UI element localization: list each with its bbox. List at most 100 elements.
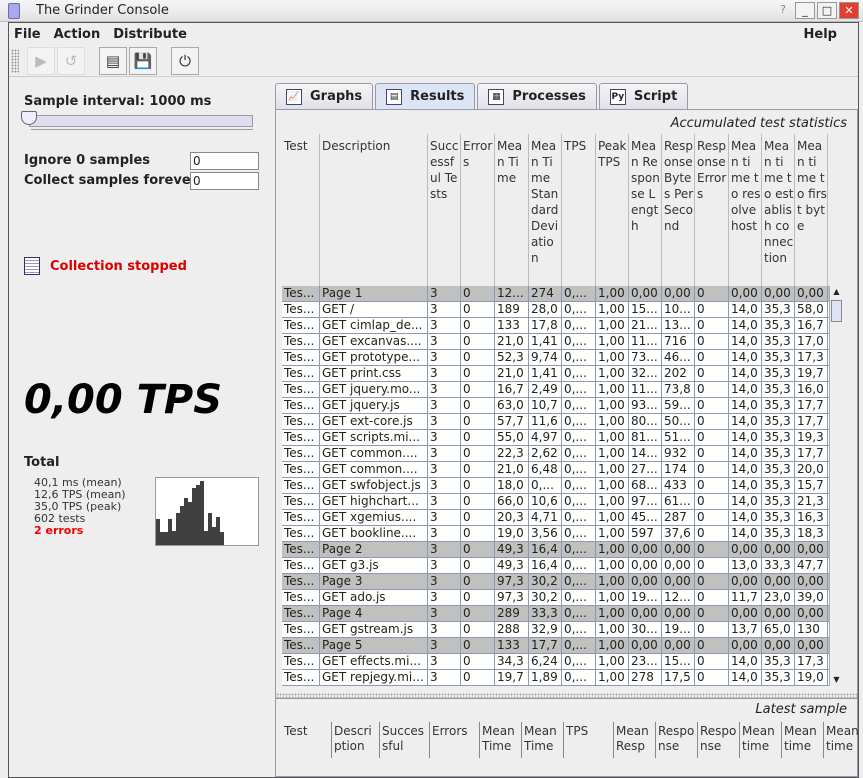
column-header[interactable]: Mean Time Standard Deviation <box>529 134 562 286</box>
table-cell: 0,00 <box>629 638 662 653</box>
table-row[interactable]: Tes... GET jquery.mo... 3 0 16,7 2,49 0,... 1,0… <box>282 382 842 398</box>
column-header[interactable]: Successful Tests <box>428 134 461 286</box>
scroll-down-icon[interactable]: ▼ <box>830 674 842 686</box>
start-processes-button[interactable]: ▶ <box>27 46 55 75</box>
reset-processes-button[interactable]: ↺ <box>57 46 85 75</box>
latest-column-header[interactable]: Mean time <box>824 722 863 758</box>
table-row[interactable]: Tes... GET ext-core.js 3 0 57,7 11,6 0,... 1,00… <box>282 414 842 430</box>
table-cell: 73... <box>629 350 662 365</box>
close-button[interactable]: ✕ <box>839 2 859 19</box>
table-row[interactable]: Tes... GET swfobject.js 3 0 18,0 0,... 0,... 1,… <box>282 478 842 494</box>
table-row[interactable]: Tes... GET prototype... 3 0 52,3 9,74 0,... 1,0… <box>282 350 842 366</box>
column-header[interactable]: TPS <box>562 134 596 286</box>
split-pane-divider[interactable] <box>276 693 857 699</box>
latest-column-header[interactable]: TPS <box>564 722 614 758</box>
minimize-button[interactable]: _ <box>795 2 815 19</box>
column-header[interactable]: Peak TPS <box>596 134 629 286</box>
latest-column-header[interactable]: Response <box>656 722 698 758</box>
table-cell: 14,0 <box>729 462 762 477</box>
table-cell: GET common.... <box>320 462 428 477</box>
table-cell: 0 <box>695 318 729 333</box>
table-cell: 73,8 <box>662 382 695 397</box>
latest-column-header[interactable]: Mean Resp <box>614 722 656 758</box>
collect-samples-label: Collect samples forever <box>24 173 198 188</box>
scrollbar-thumb[interactable] <box>831 300 842 322</box>
column-header[interactable]: Test <box>282 134 320 286</box>
error-count: 2 errors <box>34 524 84 537</box>
sample-interval-slider[interactable] <box>29 115 253 127</box>
console-window: File Action Distribute Help ▶ ↺ ▤ 💾 ⏻ Sa… <box>8 22 859 778</box>
menu-file[interactable]: File <box>14 27 41 42</box>
table-row[interactable]: Tes... Page 4 3 0 289 33,3 0,... 1,00 0,00 0,00 0 0… <box>282 606 842 622</box>
tab-processes[interactable]: ▦ Processes <box>477 83 597 109</box>
table-cell: 1,00 <box>596 654 629 669</box>
tab-results[interactable]: ▤ Results <box>375 83 476 109</box>
column-header[interactable]: Mean time to resolve host <box>729 134 762 286</box>
table-row[interactable]: Tes... Page 3 3 0 97,3 30,2 0,... 1,00 0,00 0,00 0… <box>282 574 842 590</box>
table-row[interactable]: Tes... Page 5 3 0 133 17,7 0,... 1,00 0,00 0,00 0 0… <box>282 638 842 654</box>
column-header[interactable]: Errors <box>461 134 495 286</box>
table-cell: 16,0 <box>795 382 828 397</box>
collect-samples-input[interactable]: 0 <box>190 172 259 190</box>
menu-help[interactable]: Help <box>804 27 837 42</box>
table-cell: Tes... <box>282 430 320 445</box>
column-header[interactable]: Description <box>320 134 428 286</box>
table-row[interactable]: Tes... GET common.... 3 0 21,0 6,48 0,... 1,00 2… <box>282 462 842 478</box>
table-row[interactable]: Tes... GET common.... 3 0 22,3 2,62 0,... 1,00 1… <box>282 446 842 462</box>
tab-graphs[interactable]: 📈 Graphs <box>275 83 374 109</box>
table-row[interactable]: Tes... GET xgemius.... 3 0 20,3 4,71 0,... 1,00… <box>282 510 842 526</box>
tab-script[interactable]: Py Script <box>598 83 689 109</box>
latest-column-header[interactable]: Description <box>332 722 380 758</box>
table-row[interactable]: Tes... GET /3 0 189 28,0 0,... 1,00 15... 10... 0… <box>282 302 842 318</box>
column-header[interactable]: Response Bytes Per Second <box>662 134 695 286</box>
table-cell: 0 <box>695 638 729 653</box>
latest-column-header[interactable]: Errors <box>430 722 480 758</box>
table-row[interactable]: Tes... GET effects.mi... 3 0 34,3 6,24 0,... 1,… <box>282 654 842 670</box>
toolbar-grip[interactable] <box>11 49 19 73</box>
latest-column-header[interactable]: Mean Time <box>522 722 564 758</box>
maximize-button[interactable]: □ <box>817 2 837 19</box>
save-results-button[interactable]: 💾 <box>129 46 157 75</box>
table-row[interactable]: Tes... GET print.css 3 0 21,0 1,41 0,... 1,00 32… <box>282 366 842 382</box>
latest-column-header[interactable]: Mean time <box>740 722 782 758</box>
table-cell: Tes... <box>282 446 320 461</box>
column-header[interactable]: Mean time to first byte <box>795 134 828 286</box>
table-row[interactable]: Tes... GET excanvas.... 3 0 21,0 1,41 0,... 1,0… <box>282 334 842 350</box>
table-row[interactable]: Tes... GET jquery.js 3 0 63,0 10,7 0,... 1,00 93… <box>282 398 842 414</box>
table-cell: Tes... <box>282 622 320 637</box>
column-header[interactable]: Response Errors <box>695 134 729 286</box>
table-row[interactable]: Tes... GET ado.js 3 0 97,3 30,2 0,... 1,00 19...… <box>282 590 842 606</box>
table-row[interactable]: Tes... GET highchart... 3 0 66,0 10,6 0,... 1,0… <box>282 494 842 510</box>
table-row[interactable]: Tes... Page 1 3 0 12... 274 0,... 1,00 0,00 0,00 0… <box>282 286 842 302</box>
total-stats: 40,1 ms (mean) 12,6 TPS (mean) 35,0 TPS … <box>34 477 126 537</box>
table-row[interactable]: Tes... GET g3.js 3 0 49,3 16,4 0,... 1,00 0,00 0,… <box>282 558 842 574</box>
scroll-up-icon[interactable]: ▲ <box>830 286 842 298</box>
table-cell: 0,00 <box>729 574 762 589</box>
start-recording-button[interactable]: ▤ <box>99 46 127 75</box>
table-row[interactable]: Tes... GET cimlap_de... 3 0 133 17,8 0,... 1,00… <box>282 318 842 334</box>
stop-button[interactable]: ⏻ <box>171 46 199 75</box>
table-row[interactable]: Tes... GET scripts.mi... 3 0 55,0 4,97 0,... 1,… <box>282 430 842 446</box>
table-row[interactable]: Tes... GET gstream.js 3 0 288 32,9 0,... 1,00 30… <box>282 622 842 638</box>
tab-bar: 📈 Graphs ▤ Results ▦ Processes Py Script <box>275 83 690 109</box>
column-header[interactable]: Mean Time <box>495 134 529 286</box>
menu-action[interactable]: Action <box>54 27 101 42</box>
table-cell: 23... <box>629 654 662 669</box>
ignore-samples-input[interactable]: 0 <box>190 152 259 170</box>
table-row[interactable]: Tes... Page 2 3 0 49,3 16,4 0,... 1,00 0,00 0,00 0… <box>282 542 842 558</box>
table-row[interactable]: Tes... GET repjegy.mi... 3 0 19,7 1,89 0,... 1,… <box>282 670 842 686</box>
latest-column-header[interactable]: Mean Time <box>480 722 522 758</box>
table-cell: GET effects.mi... <box>320 654 428 669</box>
table-cell: 133 <box>495 318 529 333</box>
table-row[interactable]: Tes... GET bookline.... 3 0 19,0 3,56 0,... 1,0… <box>282 526 842 542</box>
latest-column-header[interactable]: Test <box>282 722 332 758</box>
column-header[interactable]: Mean time to establish connection <box>762 134 795 286</box>
latest-column-header[interactable]: Mean time <box>782 722 824 758</box>
results-scrollbar[interactable]: ▲ ▼ <box>829 286 842 686</box>
latest-column-header[interactable]: Successful <box>380 722 430 758</box>
latest-column-header[interactable]: Response <box>698 722 740 758</box>
column-header[interactable]: Mean Response Length <box>629 134 662 286</box>
help-window-button[interactable]: ? <box>773 2 793 19</box>
menu-distribute[interactable]: Distribute <box>113 27 187 42</box>
table-cell: Tes... <box>282 334 320 349</box>
